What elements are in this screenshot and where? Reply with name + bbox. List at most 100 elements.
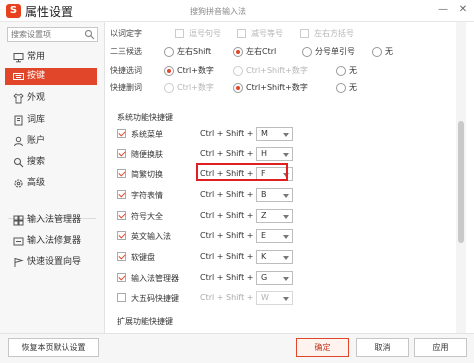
close-button[interactable]: ✕ <box>456 3 470 17</box>
chevron-down-icon <box>283 215 289 219</box>
search-input[interactable] <box>8 28 82 41</box>
sidebar-item-label: 按键 <box>27 71 46 81</box>
row-label: 快捷选词 <box>110 66 142 75</box>
sidebar-item-label: 账户 <box>27 136 46 146</box>
shortcut-prefix: Ctrl + Shift + <box>200 211 254 220</box>
content-scrollbar[interactable] <box>456 22 466 333</box>
sidebar-item-label: 常用 <box>27 52 46 62</box>
shortcut-row-soft-keyboard: 软键盘 Ctrl + Shift + K <box>117 249 317 267</box>
shortcut-row-symbols: 符号大全 Ctrl + Shift + Z <box>117 208 317 226</box>
shortcut-checkbox[interactable] <box>117 231 126 240</box>
settings-search[interactable] <box>7 27 98 42</box>
option-label: Ctrl+Shift+数字 <box>246 83 308 92</box>
shirt-icon <box>13 93 24 104</box>
row-label: 快捷删词 <box>110 83 142 92</box>
sidebar-item-advanced[interactable]: 高级 <box>5 175 97 192</box>
option-label: 无 <box>349 83 357 92</box>
sidebar-item-label: 输入法管理器 <box>27 215 82 225</box>
shortcut-checkbox[interactable] <box>117 211 126 220</box>
sidebar-item-keys[interactable]: 按键 <box>5 68 97 85</box>
shortcut-key-select[interactable]: Z <box>256 209 293 223</box>
shortcut-key-select[interactable]: E <box>256 229 293 243</box>
shortcut-prefix: Ctrl + Shift + <box>200 129 254 138</box>
candidate-radio-semicolon[interactable] <box>302 47 312 57</box>
sidebar-tool-ime-repair[interactable]: 输入法修复器 <box>5 233 97 250</box>
shortcut-label: 大五码快捷键 <box>131 294 179 303</box>
shortcut-label: 软键盘 <box>131 253 155 262</box>
selected-key: H <box>261 149 268 158</box>
shortcut-checkbox[interactable] <box>117 273 126 282</box>
shortcut-checkbox[interactable] <box>117 252 126 261</box>
row-fixed-word: 以词定字 逗号句号 减号等号 左右方括号 <box>110 26 455 42</box>
monitor-icon <box>13 53 24 63</box>
shortcut-label: 系统菜单 <box>131 130 163 139</box>
sidebar: 常用 按键 外观 词库 账户 搜索 高级 输入法管理器 输入法修复器 快速设置向… <box>0 22 105 333</box>
shortcut-key-select[interactable]: W <box>256 291 293 305</box>
shortcut-label: 符号大全 <box>131 212 163 221</box>
quick-select-radio-ctrl-shift[interactable] <box>233 66 243 76</box>
sidebar-item-common[interactable]: 常用 <box>5 49 97 66</box>
sogou-logo-icon: S <box>6 4 21 18</box>
candidate-radio-ctrl[interactable] <box>233 47 243 57</box>
shortcut-prefix: Ctrl + Shift + <box>200 231 254 240</box>
scroll-thumb[interactable] <box>458 121 464 243</box>
option-checkbox[interactable] <box>300 29 309 38</box>
sidebar-tool-ime-manager[interactable]: 输入法管理器 <box>5 212 97 229</box>
sidebar-item-search[interactable]: 搜索 <box>5 154 97 171</box>
shortcut-key-select[interactable]: H <box>256 147 293 161</box>
minimize-button[interactable]: — <box>436 3 450 17</box>
candidate-radio-none[interactable] <box>372 47 382 57</box>
selected-key: K <box>261 252 267 261</box>
footer: 恢复本页默认设置 确定 取消 应用 <box>0 333 474 363</box>
shortcut-checkbox[interactable] <box>117 129 126 138</box>
shortcut-checkbox[interactable] <box>117 190 126 199</box>
selected-key: M <box>261 129 268 138</box>
selected-key: Z <box>261 211 267 220</box>
sidebar-item-appearance[interactable]: 外观 <box>5 90 97 107</box>
option-label: 分号单引号 <box>315 47 355 56</box>
sidebar-item-label: 高级 <box>27 178 46 188</box>
option-checkbox[interactable] <box>175 29 184 38</box>
chevron-down-icon <box>283 153 289 157</box>
shortcut-row-random-skin: 随便换肤 Ctrl + Shift + H <box>117 146 317 164</box>
sidebar-item-label: 外观 <box>27 93 46 103</box>
row-candidate: 二三候选 左右Shift 左右Ctrl 分号单引号 无 <box>110 44 455 60</box>
shortcut-row-ime-manager: 输入法管理器 Ctrl + Shift + G <box>117 270 317 288</box>
candidate-radio-shift[interactable] <box>164 47 174 57</box>
app-name-watermark: 搜狗拼音输入法 <box>190 7 246 16</box>
option-label: 左右Shift <box>177 47 212 56</box>
row-label: 二三候选 <box>110 47 142 56</box>
ok-button[interactable]: 确定 <box>296 338 349 357</box>
shortcut-key-select[interactable]: K <box>256 250 293 264</box>
sidebar-item-account[interactable]: 账户 <box>5 133 97 150</box>
sidebar-item-label: 词库 <box>27 115 46 125</box>
shortcut-label: 简繁切换 <box>131 170 163 179</box>
restore-defaults-button[interactable]: 恢复本页默认设置 <box>8 338 99 357</box>
shortcut-row-emoticons: 字符表情 Ctrl + Shift + B <box>117 187 317 205</box>
search-icon[interactable] <box>84 29 95 40</box>
shortcut-checkbox[interactable] <box>117 169 126 178</box>
sidebar-item-label: 快速设置向导 <box>27 257 82 267</box>
sidebar-item-lexicon[interactable]: 词库 <box>5 112 97 129</box>
sidebar-tool-setup-wizard[interactable]: 快速设置向导 <box>5 254 97 271</box>
chevron-down-icon <box>283 256 289 260</box>
shortcut-checkbox[interactable] <box>117 293 126 302</box>
shortcut-row-system-menu: 系统菜单 Ctrl + Shift + M <box>117 126 317 144</box>
row-quick-delete: 快捷删词 Ctrl+数字 Ctrl+Shift+数字 无 <box>110 80 455 96</box>
sidebar-item-label: 输入法修复器 <box>27 236 82 246</box>
shortcut-key-select[interactable]: B <box>256 188 293 202</box>
shortcut-key-select[interactable]: G <box>256 271 293 285</box>
quick-delete-radio-ctrl-shift[interactable] <box>233 83 243 93</box>
shortcut-checkbox[interactable] <box>117 149 126 158</box>
quick-select-radio-none[interactable] <box>336 66 346 76</box>
apply-button[interactable]: 应用 <box>414 338 467 357</box>
quick-delete-radio-none[interactable] <box>336 83 346 93</box>
shortcut-prefix: Ctrl + Shift + <box>200 252 254 261</box>
option-checkbox[interactable] <box>237 29 246 38</box>
shortcut-prefix: Ctrl + Shift + <box>200 293 254 302</box>
cancel-button[interactable]: 取消 <box>356 338 409 357</box>
quick-select-radio-ctrl[interactable] <box>164 66 174 76</box>
shortcut-key-select[interactable]: M <box>256 127 293 141</box>
quick-delete-radio-ctrl[interactable] <box>164 83 174 93</box>
window-title: 属性设置 <box>25 5 74 19</box>
